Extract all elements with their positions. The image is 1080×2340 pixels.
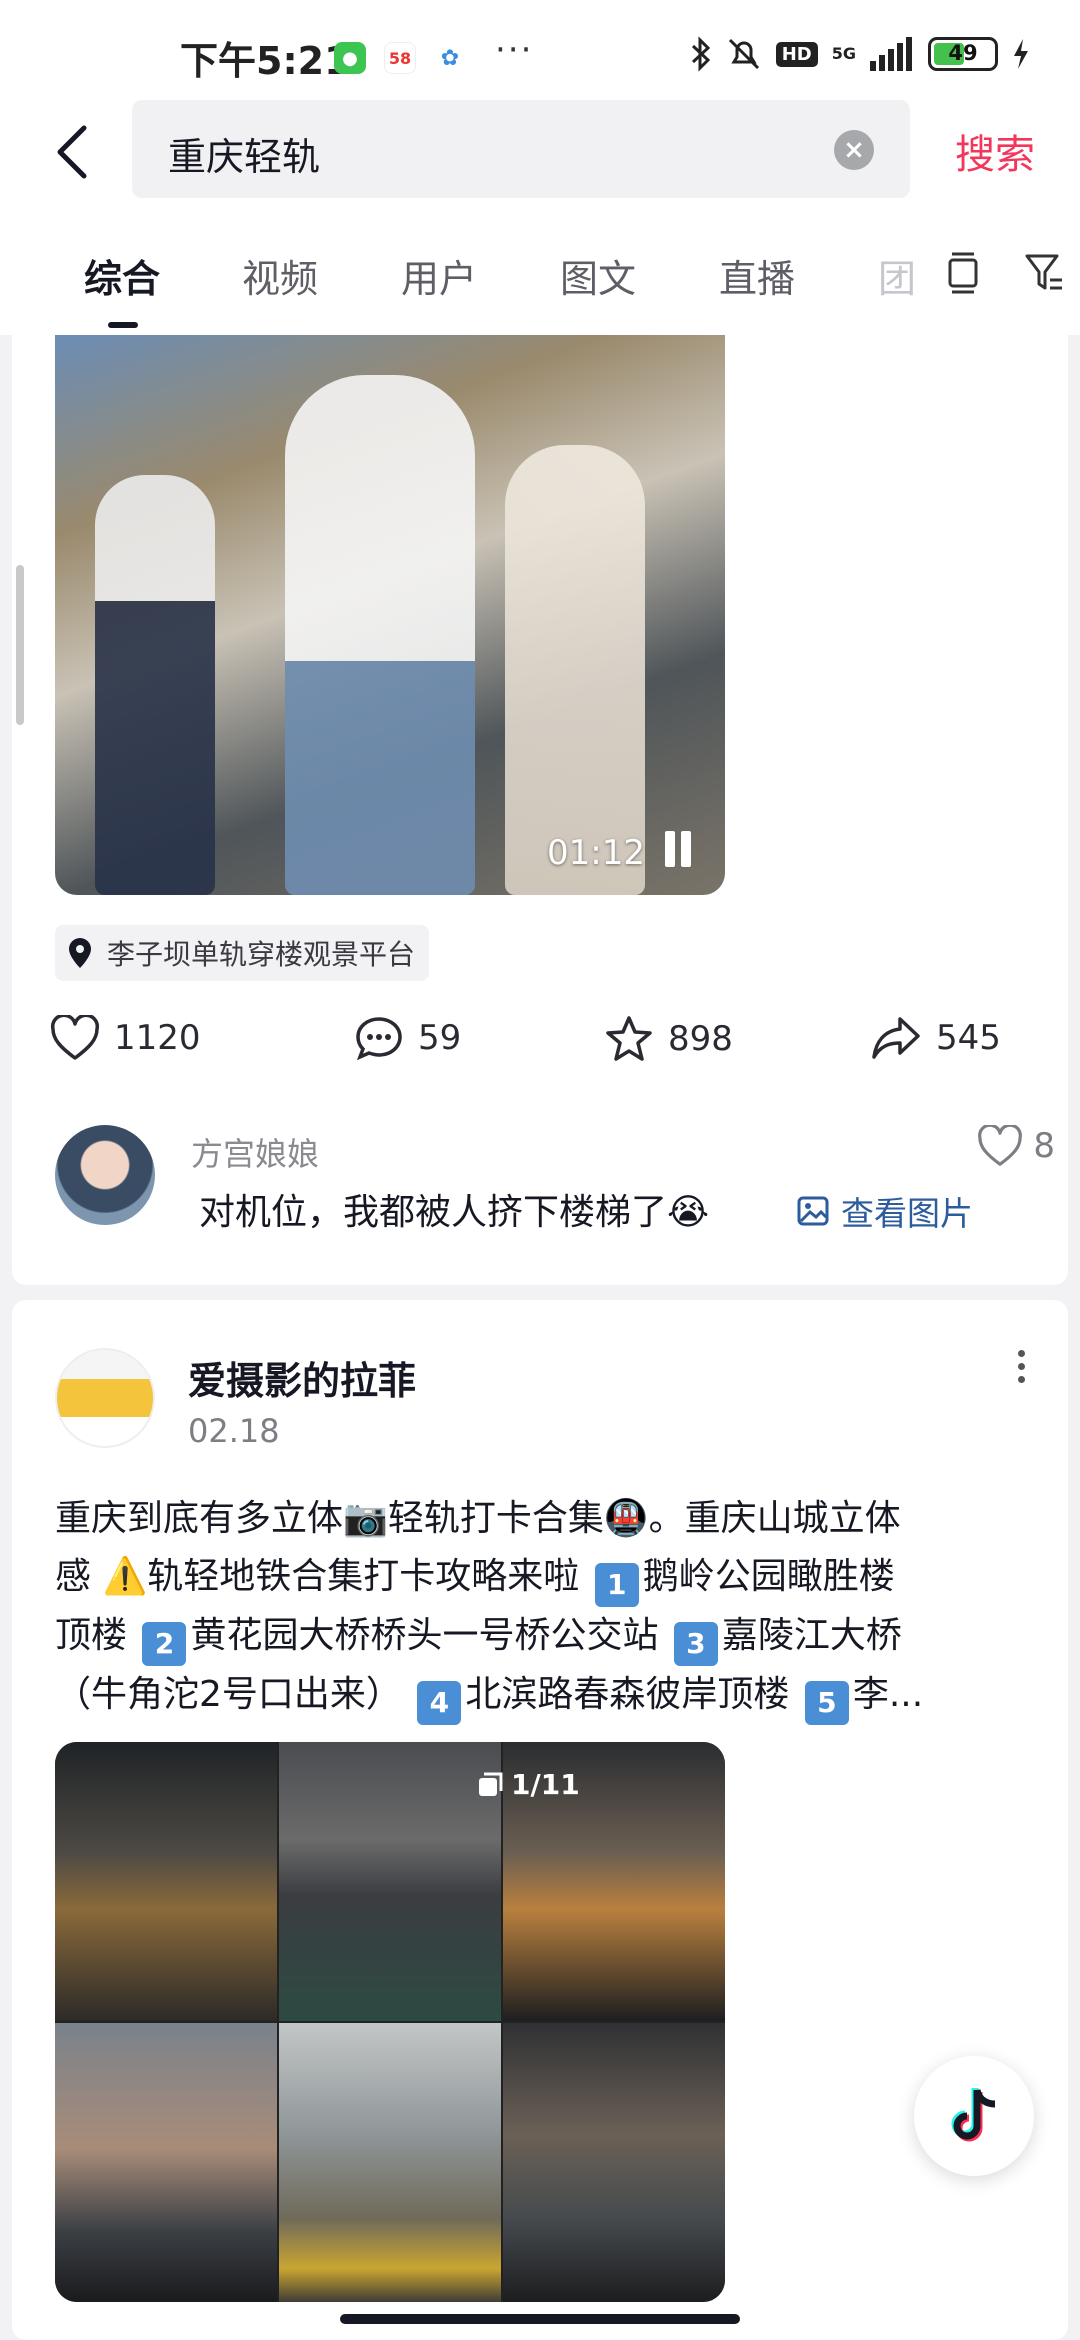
scroll-indicator[interactable] bbox=[16, 565, 24, 725]
post-actions: 1120 59 898 545 bbox=[12, 1015, 1068, 1075]
filter-icon[interactable] bbox=[1024, 250, 1064, 294]
back-arrow-icon[interactable] bbox=[50, 122, 94, 182]
search-header: 重庆轻轨 × 搜索 bbox=[0, 100, 1080, 210]
author-name[interactable]: 爱摄影的拉菲 bbox=[188, 1350, 416, 1405]
wechat-icon: ● bbox=[334, 42, 366, 74]
more-notifications-icon: ··· bbox=[495, 30, 534, 70]
favorite-count: 898 bbox=[668, 1019, 733, 1059]
image-icon bbox=[797, 1196, 829, 1226]
comment-like-button[interactable]: 8 bbox=[977, 1125, 1055, 1167]
active-tab-indicator bbox=[108, 322, 138, 328]
comment-like-count: 8 bbox=[1033, 1126, 1055, 1166]
comment-text: 对机位，我都被人挤下楼梯了😭 bbox=[199, 1192, 710, 1233]
home-indicator[interactable] bbox=[340, 2314, 740, 2324]
tab-live[interactable]: 直播 bbox=[719, 248, 795, 303]
hd-badge: HD bbox=[775, 41, 818, 67]
video-thumbnail[interactable]: 01:12 bbox=[55, 335, 725, 895]
clear-icon[interactable]: × bbox=[834, 130, 874, 170]
tab-image-text[interactable]: 图文 bbox=[560, 248, 636, 303]
tab-group-buy[interactable]: 团 bbox=[878, 248, 916, 303]
location-pin-icon bbox=[69, 938, 91, 968]
image-counter: 1/11 bbox=[477, 1768, 699, 1801]
comment-button[interactable]: 59 bbox=[354, 1015, 461, 1061]
result-tabs: 综合 视频 用户 图文 直播 团 bbox=[0, 210, 1080, 335]
tab-video[interactable]: 视频 bbox=[242, 248, 318, 303]
search-query: 重庆轻轨 bbox=[168, 135, 321, 179]
top-comment[interactable]: 方宫娘娘 对机位，我都被人挤下楼梯了😭 查看图片 8 bbox=[55, 1125, 1055, 1245]
share-button[interactable]: 545 bbox=[870, 1015, 1001, 1061]
favorite-button[interactable]: 898 bbox=[604, 1015, 733, 1063]
58-app-icon: 58 bbox=[384, 42, 416, 74]
pause-icon[interactable] bbox=[661, 831, 695, 867]
location-name: 李子坝单轨穿楼观景平台 bbox=[107, 938, 416, 971]
status-time: 下午5:21 bbox=[180, 39, 351, 83]
search-button[interactable]: 搜索 bbox=[955, 122, 1035, 180]
tab-all[interactable]: 综合 bbox=[84, 248, 160, 303]
heart-icon bbox=[50, 1015, 100, 1060]
mute-bell-icon bbox=[728, 38, 759, 70]
avatar[interactable] bbox=[55, 1348, 155, 1448]
charging-icon bbox=[1014, 39, 1028, 69]
like-button[interactable]: 1120 bbox=[50, 1015, 201, 1061]
tab-users[interactable]: 用户 bbox=[401, 248, 477, 303]
signal-icon bbox=[870, 37, 912, 71]
comment-icon bbox=[356, 1017, 402, 1061]
location-tag[interactable]: 李子坝单轨穿楼观景平台 bbox=[55, 925, 430, 981]
image-post-card: 爱摄影的拉菲 02.18 重庆到底有多立体📷轻轨打卡合集🚇。重庆山城立体 感 ⚠… bbox=[12, 1300, 1068, 2340]
layout-toggle-icon[interactable] bbox=[944, 250, 982, 294]
tiktok-home-button[interactable] bbox=[914, 2056, 1034, 2176]
cloud-app-icon: ✿ bbox=[434, 42, 466, 74]
video-post-card: 01:12 李子坝单轨穿楼观景平台 1120 59 898 545 方宫娘娘 对… bbox=[12, 335, 1068, 1285]
post-date: 02.18 bbox=[188, 1412, 280, 1450]
like-count: 1120 bbox=[114, 1018, 201, 1058]
avatar[interactable] bbox=[55, 1125, 155, 1225]
battery-icon: 49 bbox=[928, 37, 998, 71]
share-count: 545 bbox=[936, 1018, 1001, 1058]
search-input[interactable]: 重庆轻轨 × bbox=[132, 100, 910, 198]
status-bar: 下午5:21 ● 58 ✿ ··· HD 5G 49 bbox=[0, 0, 1080, 110]
comment-count: 59 bbox=[418, 1018, 462, 1058]
video-duration: 01:12 bbox=[547, 833, 645, 873]
heart-icon bbox=[978, 1125, 1023, 1166]
commenter-name[interactable]: 方宫娘娘 bbox=[191, 1129, 319, 1175]
star-icon bbox=[606, 1016, 652, 1061]
post-description[interactable]: 重庆到底有多立体📷轻轨打卡合集🚇。重庆山城立体 感 ⚠️轨轻地铁合集打卡攻略来啦… bbox=[55, 1490, 1045, 1725]
network-type: 5G bbox=[831, 44, 856, 63]
image-collage[interactable]: 1/11 bbox=[55, 1742, 725, 2302]
share-arrow-icon bbox=[872, 1017, 920, 1059]
view-image-link[interactable]: 查看图片 bbox=[797, 1187, 973, 1235]
bluetooth-icon bbox=[691, 36, 710, 72]
gallery-icon bbox=[479, 1772, 503, 1796]
more-options-icon[interactable] bbox=[1018, 1350, 1026, 1390]
tiktok-logo-icon bbox=[951, 2088, 996, 2142]
